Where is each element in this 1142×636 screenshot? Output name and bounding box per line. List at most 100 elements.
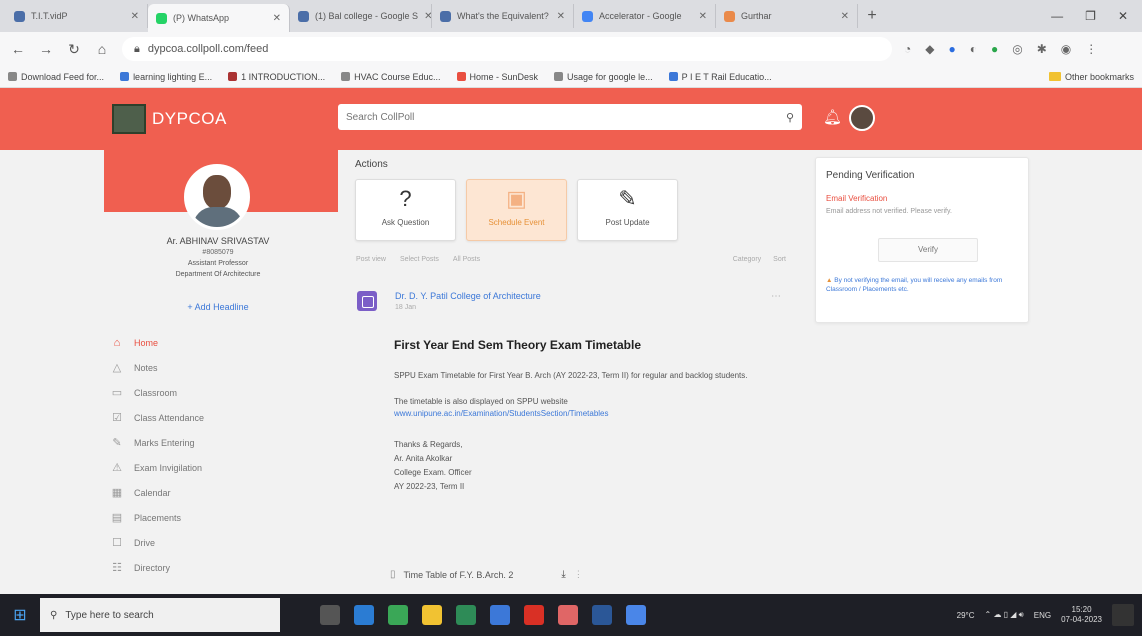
tray-icons[interactable]: ⌃ ☁ ▯ ◢ 🔊︎	[985, 610, 1024, 620]
ask-question-button[interactable]: ? Ask Question	[355, 179, 456, 241]
extension-icon[interactable]: ●	[948, 42, 955, 56]
add-headline-link[interactable]: + Add Headline	[118, 302, 318, 312]
puzzle-icon[interactable]: ✱	[1037, 42, 1047, 56]
explorer-icon[interactable]	[422, 605, 442, 625]
bookmark-icon	[668, 72, 678, 81]
word-icon[interactable]	[592, 605, 612, 625]
app-icon[interactable]	[626, 605, 646, 625]
maximize-button[interactable]: ❐	[1085, 9, 1096, 23]
extension-icon[interactable]: ◔	[904, 42, 911, 56]
more-icon[interactable]: ⋮	[574, 569, 583, 580]
bookmark-item[interactable]: learning lighting E...	[120, 72, 212, 82]
pending-title: Pending Verification	[826, 170, 915, 181]
photos-icon[interactable]	[456, 605, 476, 625]
chrome-icon[interactable]	[388, 605, 408, 625]
profile-photo[interactable]	[184, 164, 250, 230]
bookmark-icon	[120, 72, 130, 81]
close-icon[interactable]: ✕	[699, 11, 707, 22]
bell-icon[interactable]: 🔔︎	[823, 108, 842, 126]
brand-name[interactable]: DYPCOA	[152, 109, 227, 129]
acrobat-icon[interactable]	[524, 605, 544, 625]
post-text: SPPU Exam Timetable for First Year B. Ar…	[394, 371, 748, 380]
post-author[interactable]: Dr. D. Y. Patil College of Architecture	[395, 291, 541, 301]
extension-icon[interactable]: ◆	[925, 42, 934, 56]
windows-start-icon[interactable]: ⊞	[0, 605, 40, 625]
reload-icon[interactable]: ↻	[66, 41, 82, 58]
sidebar-item-home[interactable]: ⌂ Home	[110, 330, 320, 355]
notification-icon[interactable]	[1112, 604, 1134, 626]
home-button-icon[interactable]: ⌂	[94, 41, 110, 57]
profile-role: Assistant Professor	[187, 260, 249, 267]
sidebar-item-notes[interactable]: △ Notes	[110, 355, 320, 380]
new-tab-button[interactable]: +	[858, 7, 886, 25]
filter-all-posts[interactable]: All Posts	[453, 256, 480, 263]
bookmark-item[interactable]: P I E T Rail Educatio...	[668, 72, 772, 82]
address-bar[interactable]: 🔒︎ dypcoa.collpoll.com/feed	[122, 37, 892, 61]
sidebar-item-placements[interactable]: ▤ Placements	[110, 505, 320, 530]
profile-icon[interactable]: ◉	[1061, 42, 1071, 56]
close-icon[interactable]: ✕	[424, 11, 431, 22]
browser-tab[interactable]: Gurthar ✕	[716, 4, 858, 28]
browser-tab-active[interactable]: (P) WhatsApp ✕	[148, 4, 290, 32]
bookmark-item[interactable]: Home - SunDesk	[456, 72, 538, 82]
tab-favicon-icon	[298, 10, 309, 22]
notes-icon: △	[112, 362, 122, 374]
sidebar-item-marks[interactable]: ✎ Marks Entering	[110, 430, 320, 455]
extension-icon[interactable]: ◐	[970, 42, 977, 56]
attachment[interactable]: ▯ Time Table of F.Y. B.Arch. 2 ⤓ ⋮	[390, 569, 690, 580]
close-icon[interactable]: ✕	[131, 11, 139, 22]
search-icon[interactable]: ⚲	[786, 111, 794, 124]
close-icon[interactable]: ✕	[273, 13, 281, 24]
other-bookmarks[interactable]: Other bookmarks	[1048, 72, 1134, 82]
post-link[interactable]: www.unipune.ac.in/Examination/StudentsSe…	[394, 408, 784, 420]
browser-tab[interactable]: What's the Equivalent? ✕	[432, 4, 574, 28]
sidebar-item-drive[interactable]: ☐ Drive	[110, 530, 320, 555]
avatar[interactable]	[849, 105, 875, 131]
store-icon[interactable]	[490, 605, 510, 625]
sidebar-item-calendar[interactable]: ▦ Calendar	[110, 480, 320, 505]
close-icon[interactable]: ✕	[557, 11, 565, 22]
filter-select-posts[interactable]: Select Posts	[400, 256, 439, 263]
sidebar-item-classroom[interactable]: ▭ Classroom	[110, 380, 320, 405]
pending-note: ▲ By not verifying the email, you will r…	[826, 277, 1003, 293]
taskbar-search[interactable]: ⚲ Type here to search	[40, 598, 280, 632]
sidebar-item-directory[interactable]: ☷ Directory	[110, 555, 320, 580]
browser-tab[interactable]: (1) Bal college - Google S ✕	[290, 4, 432, 28]
task-view-icon[interactable]	[320, 605, 340, 625]
kebab-menu-icon[interactable]: ⋮	[1085, 42, 1097, 56]
browser-tab[interactable]: T.I.T.vidP ✕	[6, 4, 148, 28]
sidebar-nav: ⌂ Home △ Notes ▭ Classroom ☑ Class Attendanc…	[110, 330, 320, 580]
pencil-icon: ✎	[618, 186, 637, 211]
bookmark-item[interactable]: Download Feed for...	[8, 72, 104, 82]
logo-icon[interactable]	[112, 104, 146, 134]
verify-button[interactable]: Verify	[878, 238, 978, 262]
bookmark-item[interactable]: HVAC Course Educ...	[341, 72, 441, 82]
download-icon[interactable]: ⤓	[561, 569, 565, 580]
bookmark-item[interactable]: Usage for google le...	[554, 72, 653, 82]
close-window-button[interactable]: ✕	[1118, 9, 1128, 23]
minimize-button[interactable]: —	[1051, 9, 1063, 23]
post-update-button[interactable]: ✎ Post Update	[577, 179, 678, 241]
close-icon[interactable]: ✕	[841, 11, 849, 22]
sidebar-item-attendance[interactable]: ☑ Class Attendance	[110, 405, 320, 430]
language-text[interactable]: ENG	[1034, 611, 1051, 620]
search-input[interactable]	[346, 111, 786, 123]
mail-icon[interactable]	[558, 605, 578, 625]
window-controls: — ❐ ✕	[1051, 9, 1142, 23]
weather-text[interactable]: 29°C	[957, 611, 975, 620]
browser-tab[interactable]: Accelerator - Google ✕	[574, 4, 716, 28]
signature-line: AY 2022-23, Term II	[394, 482, 465, 491]
bookmark-item[interactable]: 1 INTRODUCTION...	[228, 72, 325, 82]
edge-icon[interactable]	[354, 605, 374, 625]
filter-sort[interactable]: Sort	[773, 256, 786, 263]
post-menu-icon[interactable]: ⋯	[771, 291, 781, 302]
extension-icon[interactable]: ◎	[1012, 42, 1022, 56]
sidebar-item-exam[interactable]: ⚠ Exam Invigilation	[110, 455, 320, 480]
filter-post-view[interactable]: Post view	[356, 256, 386, 263]
extension-icon[interactable]: ●	[991, 42, 998, 56]
filter-category[interactable]: Category	[733, 256, 761, 263]
schedule-event-button[interactable]: ▣ Schedule Event	[466, 179, 567, 241]
back-icon[interactable]: ←	[10, 41, 26, 57]
forward-icon[interactable]: →	[38, 41, 54, 57]
clock[interactable]: 15:20 07-04-2023	[1061, 605, 1102, 625]
